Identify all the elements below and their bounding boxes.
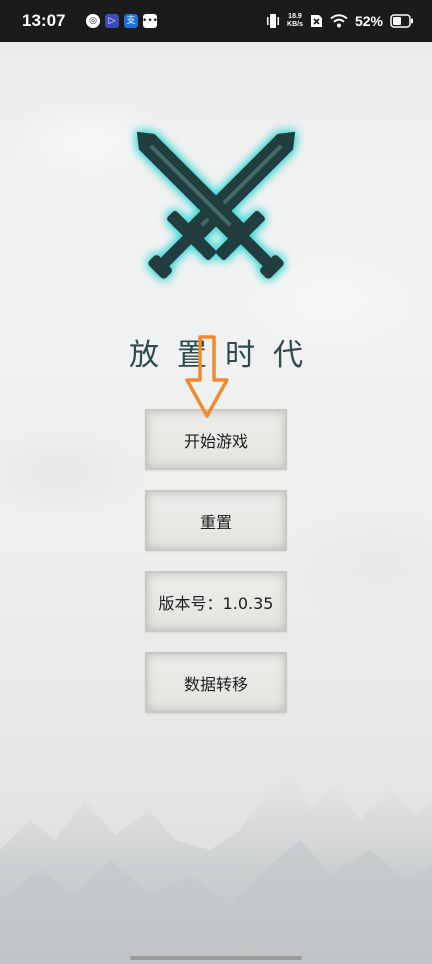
vibrate-icon: [267, 14, 280, 28]
data-transfer-button[interactable]: 数据转移: [145, 652, 287, 713]
network-speed-value: 18.9: [288, 13, 302, 20]
crossed-swords-icon: [136, 131, 296, 279]
alipay-notification-icon: 支: [124, 14, 138, 28]
status-time: 13:07: [22, 11, 66, 30]
video-app-notification-icon: ▷: [105, 14, 119, 28]
notification-icons: ◎ ▷ 支 •••: [86, 14, 158, 28]
home-indicator[interactable]: [130, 956, 302, 960]
misty-mountains-background: [0, 770, 432, 964]
weibo-notification-icon: ◎: [86, 14, 100, 28]
status-indicators: 18.9 KB/s 52%: [266, 9, 414, 33]
battery-icon: [390, 14, 413, 28]
network-speed-unit: KB/s: [287, 21, 303, 28]
app-screen: 13:07 ◎ ▷ 支 ••• 18.9 KB/s 52% 放置时代 开始游戏 …: [0, 0, 432, 964]
network-speed: 18.9 KB/s: [287, 13, 303, 29]
down-arrow-icon: [185, 335, 229, 418]
message-notification-icon: •••: [142, 14, 158, 28]
battery-percent: 52%: [354, 13, 383, 29]
no-sim-icon: [310, 15, 322, 27]
wifi-icon: [330, 14, 348, 28]
reset-button[interactable]: 重置: [145, 490, 287, 551]
status-bar: 13:07 ◎ ▷ 支 ••• 18.9 KB/s 52%: [0, 0, 432, 42]
version-button[interactable]: 版本号：1.0.35: [145, 571, 287, 632]
